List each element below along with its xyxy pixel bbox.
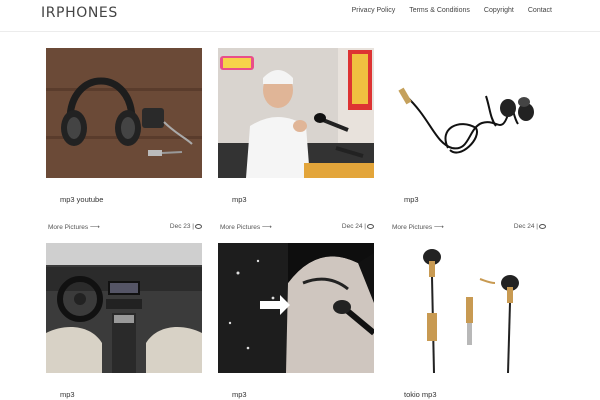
post-meta: More Pictures ⟶ Dec 23 | bbox=[48, 223, 202, 233]
post-title[interactable]: mp3 bbox=[232, 390, 247, 399]
nav-privacy-policy[interactable]: Privacy Policy bbox=[352, 7, 396, 14]
nav-copyright[interactable]: Copyright bbox=[484, 7, 514, 14]
post-title[interactable]: mp3 bbox=[404, 195, 419, 204]
post-thumbnail-radio-studio[interactable] bbox=[218, 48, 374, 178]
post-meta: More Pictures ⟶ Dec 24 | bbox=[392, 223, 546, 233]
post-thumbnail-car-interior[interactable] bbox=[46, 243, 202, 373]
post-thumbnail-earbuds[interactable] bbox=[390, 48, 546, 178]
post-thumbnail-headphones[interactable] bbox=[46, 48, 202, 178]
arrow-right-icon: ⟶ bbox=[261, 224, 272, 231]
post-title[interactable]: tokio mp3 bbox=[404, 390, 437, 399]
more-pictures-link[interactable]: More Pictures ⟶ bbox=[392, 223, 444, 231]
post-title[interactable]: mp3 bbox=[60, 390, 75, 399]
post-title[interactable]: mp3 bbox=[232, 195, 247, 204]
comment-icon[interactable] bbox=[195, 223, 202, 229]
post-date: Dec 24 | bbox=[342, 223, 374, 230]
post-date: Dec 24 | bbox=[514, 223, 546, 230]
post-thumbnail-gold-earphones[interactable] bbox=[390, 243, 546, 373]
site-header: IRPHONES Privacy Policy Terms & Conditio… bbox=[0, 0, 600, 32]
nav-terms-conditions[interactable]: Terms & Conditions bbox=[409, 7, 470, 14]
arrow-right-icon: ⟶ bbox=[89, 224, 100, 231]
post-title[interactable]: mp3 youtube bbox=[60, 195, 103, 204]
more-pictures-link[interactable]: More Pictures ⟶ bbox=[48, 223, 100, 231]
post-date: Dec 23 | bbox=[170, 223, 202, 230]
post-thumbnail-singer[interactable] bbox=[218, 243, 374, 373]
comment-icon[interactable] bbox=[539, 223, 546, 229]
top-nav: Privacy Policy Terms & Conditions Copyri… bbox=[352, 7, 552, 14]
post-meta: More Pictures ⟶ Dec 24 | bbox=[220, 223, 374, 233]
site-logo[interactable]: IRPHONES bbox=[41, 5, 118, 21]
more-pictures-link[interactable]: More Pictures ⟶ bbox=[220, 223, 272, 231]
arrow-right-icon: ⟶ bbox=[433, 224, 444, 231]
nav-contact[interactable]: Contact bbox=[528, 7, 552, 14]
comment-icon[interactable] bbox=[367, 223, 374, 229]
